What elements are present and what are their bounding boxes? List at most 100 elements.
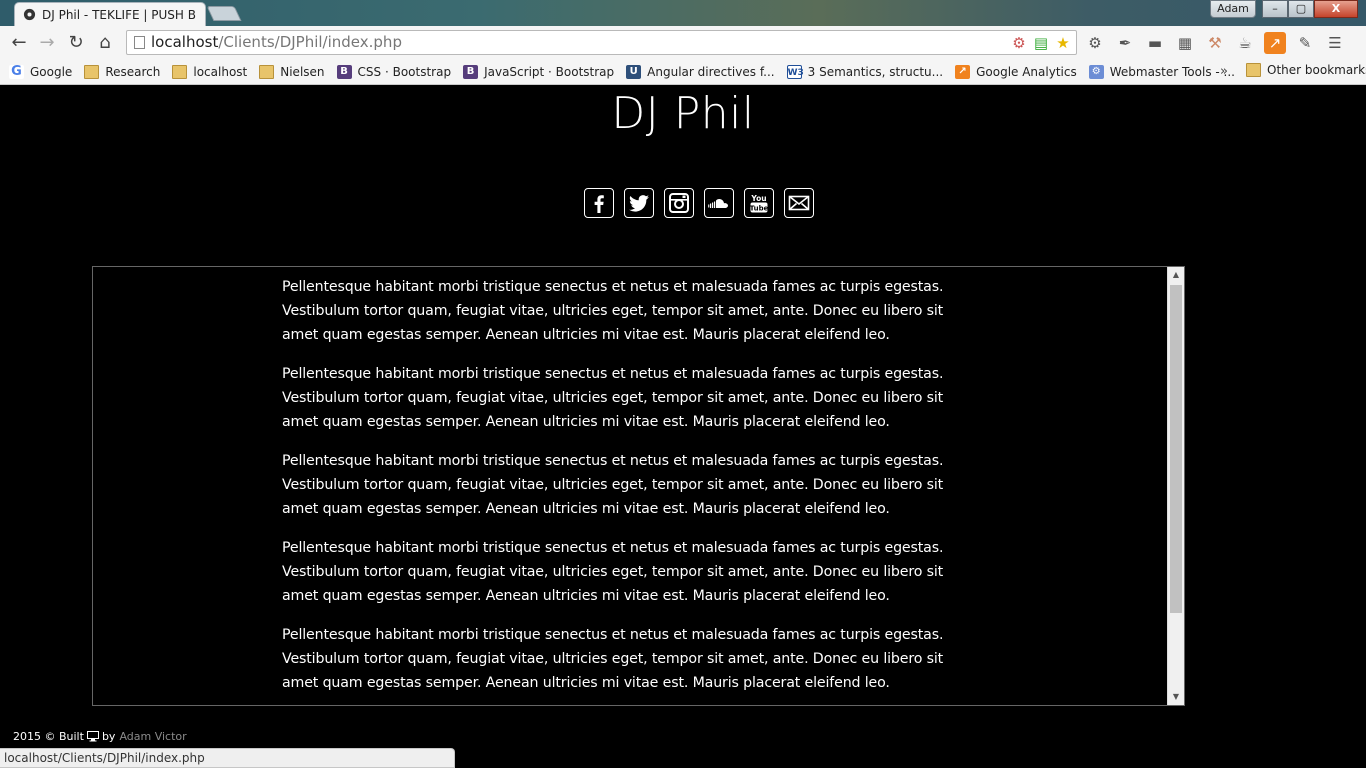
facebook-link[interactable] <box>584 188 614 218</box>
bookmark-star-icon[interactable]: ★ <box>1054 34 1072 52</box>
web-developer-icon[interactable]: ⚒ <box>1204 32 1226 54</box>
soundcloud-icon <box>708 199 728 208</box>
bookmark-folder-nielsen[interactable]: Nielsen <box>259 64 325 79</box>
angular-icon: U <box>626 64 642 79</box>
svg-text:You: You <box>750 194 766 203</box>
bookmark-google[interactable]: G Google <box>9 64 73 79</box>
monitor-icon <box>86 731 99 742</box>
status-bubble: localhost/Clients/DJPhil/index.php <box>0 748 455 768</box>
bookmark-label: Research <box>105 64 161 79</box>
back-arrow-icon[interactable]: ← <box>8 32 30 54</box>
twitter-link[interactable] <box>624 188 654 218</box>
home-icon[interactable]: ⌂ <box>94 32 116 54</box>
bookmark-label: Webmaster Tools - ... <box>1109 64 1235 79</box>
browser-tab-active[interactable]: DJ Phil - TEKLIFE | PUSH B <box>14 2 206 26</box>
instagram-link[interactable] <box>664 188 694 218</box>
blocked-cookie-icon[interactable]: ⚙ <box>1010 34 1028 52</box>
address-bar[interactable]: localhost/Clients/DJPhil/index.php ⚙ ▤ ★ <box>126 30 1077 55</box>
other-bookmarks-label: Other bookmarks <box>1267 63 1366 77</box>
twitter-icon <box>629 195 649 212</box>
folder-icon <box>1246 63 1261 77</box>
bookmark-label: Google Analytics <box>976 64 1077 79</box>
bookmark-label: Nielsen <box>280 64 325 79</box>
instagram-icon <box>669 193 689 213</box>
content-paragraph: Pellentesque habitant morbi tristique se… <box>282 627 944 691</box>
bookmark-webmaster-tools[interactable]: ⚙ Webmaster Tools - ... <box>1088 64 1235 79</box>
bookmark-label: localhost <box>193 64 248 79</box>
tab-title: DJ Phil - TEKLIFE | PUSH B <box>42 7 196 22</box>
scrollable-content-panel[interactable]: Pellentesque habitant morbi tristique se… <box>92 266 1185 706</box>
bookmark-folder-localhost[interactable]: localhost <box>172 64 248 79</box>
youtube-icon: You Tube <box>750 194 769 213</box>
settings-gear-icon[interactable]: ⚙ <box>1084 32 1106 54</box>
bookmark-google-analytics[interactable]: ↗ Google Analytics <box>955 64 1077 79</box>
bookmark-label: 3 Semantics, structu... <box>807 64 944 79</box>
bookmark-js-bootstrap[interactable]: B JavaScript · Bootstrap <box>463 64 615 79</box>
content-paragraph: Pellentesque habitant morbi tristique se… <box>282 540 944 604</box>
svg-text:Tube: Tube <box>750 205 769 213</box>
window-controls: – ▢ X <box>1262 0 1358 19</box>
vertical-scrollbar[interactable]: ▲ ▼ <box>1167 267 1184 705</box>
tab-favicon-icon <box>23 8 36 21</box>
bootstrap-icon: B <box>463 64 479 79</box>
soundcloud-link[interactable] <box>704 188 734 218</box>
pen-extension-icon[interactable]: ✎ <box>1294 32 1316 54</box>
analytics-icon: ↗ <box>955 64 971 79</box>
bootstrap-icon: B <box>336 64 352 79</box>
forward-arrow-icon[interactable]: → <box>36 32 58 54</box>
content-paragraph: Pellentesque habitant morbi tristique se… <box>282 453 944 517</box>
youtube-link[interactable]: You Tube <box>744 188 774 218</box>
bookmarks-overflow-chevron[interactable]: » <box>1220 64 1228 79</box>
scrollbar-thumb[interactable] <box>1170 285 1182 613</box>
url-host: localhost <box>151 33 219 51</box>
close-window-button[interactable]: X <box>1314 0 1358 18</box>
social-links: You Tube <box>584 188 814 218</box>
browser-toolbar: ← → ↻ ⌂ localhost/Clients/DJPhil/index.p… <box>0 26 1366 59</box>
bookmark-label: JavaScript · Bootstrap <box>484 64 615 79</box>
menu-hamburger-icon[interactable]: ☰ <box>1324 32 1346 54</box>
google-icon: G <box>9 64 24 79</box>
minimize-button[interactable]: – <box>1262 0 1288 18</box>
content-paragraph: Pellentesque habitant morbi tristique se… <box>282 366 944 430</box>
footer-copyright: 2015 © Built <box>13 730 84 743</box>
bookmark-w3-semantics[interactable]: W3 3 Semantics, structu... <box>786 64 944 79</box>
w3-icon: W3 <box>786 64 804 79</box>
bookmark-label: CSS · Bootstrap <box>357 64 452 79</box>
window-titlebar: DJ Phil - TEKLIFE | PUSH B Adam – ▢ X <box>0 0 1366 26</box>
analytics-extension-icon[interactable]: ↗ <box>1264 32 1286 54</box>
new-tab-button[interactable] <box>206 6 242 21</box>
footer-by: by <box>101 730 116 743</box>
extension-icons: ⚙ ✒ ▬ ▦ ⚒ ☕ ↗ ✎ ☰ <box>1084 32 1346 54</box>
scroll-up-arrow-icon[interactable]: ▲ <box>1168 267 1184 283</box>
web-page: DJ Phil You Tube Pellentesque habitant mo… <box>0 86 1366 768</box>
ruler-icon[interactable]: ▬ <box>1144 32 1166 54</box>
eyedropper-icon[interactable]: ✒ <box>1114 32 1136 54</box>
other-bookmarks[interactable]: Other bookmarks <box>1246 63 1366 77</box>
rss-page-icon[interactable]: ▤ <box>1032 34 1050 52</box>
email-link[interactable] <box>784 188 814 218</box>
bookmark-label: Angular directives f... <box>647 64 775 79</box>
url-path: /Clients/DJPhil/index.php <box>218 33 402 51</box>
footer-author-link[interactable]: Adam Victor <box>119 730 186 743</box>
webmaster-icon: ⚙ <box>1088 64 1104 79</box>
bookmarks-bar: G Google Research localhost Nielsen B CSS … <box>0 59 1366 85</box>
bookmark-css-bootstrap[interactable]: B CSS · Bootstrap <box>336 64 452 79</box>
bookmark-angular[interactable]: U Angular directives f... <box>626 64 775 79</box>
folder-icon <box>84 64 100 79</box>
window-resizer-icon[interactable]: ▦ <box>1174 32 1196 54</box>
folder-icon <box>172 64 188 79</box>
page-title: DJ Phil <box>611 88 755 139</box>
content-paragraph: Pellentesque habitant morbi tristique se… <box>282 279 944 343</box>
email-icon <box>788 195 810 211</box>
cup-icon[interactable]: ☕ <box>1234 32 1256 54</box>
page-footer: 2015 © Built by Adam Victor <box>13 730 187 743</box>
folder-icon <box>259 64 275 79</box>
page-icon <box>134 36 145 49</box>
profile-button[interactable]: Adam <box>1210 0 1256 18</box>
bookmark-folder-research[interactable]: Research <box>84 64 161 79</box>
content-text: Pellentesque habitant morbi tristique se… <box>282 275 982 710</box>
reload-icon[interactable]: ↻ <box>65 32 87 54</box>
bookmark-label: Google <box>30 64 73 79</box>
scroll-down-arrow-icon[interactable]: ▼ <box>1168 689 1184 705</box>
maximize-button[interactable]: ▢ <box>1288 0 1314 18</box>
